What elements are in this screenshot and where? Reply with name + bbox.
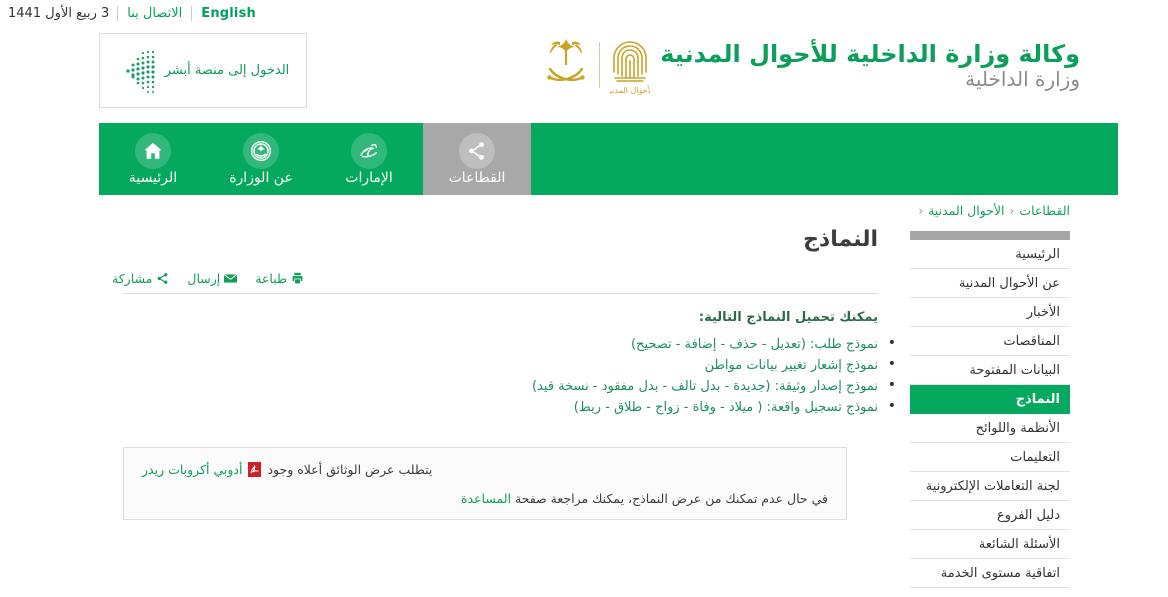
breadcrumb-separator-1: ‹ xyxy=(1009,203,1015,218)
nav-item-home[interactable]: الرئيسية xyxy=(99,123,207,195)
sidebar-item-forms[interactable]: النماذج xyxy=(910,385,1070,414)
topbar-divider-1 xyxy=(117,5,119,21)
brand-text-block: وكالة وزارة الداخلية للأحوال المدنية وزا… xyxy=(660,39,1080,92)
nav-label-home: الرئيسية xyxy=(128,170,178,186)
share-label: مشاركة xyxy=(112,270,153,286)
absher-login-box[interactable]: الدخول إلى منصة أبشر xyxy=(99,33,307,108)
send-label: إرسال xyxy=(187,270,221,286)
nav-label-about-ministry: عن الوزارة xyxy=(229,170,293,186)
nav-label-sectors: القطاعات xyxy=(448,170,506,186)
pdf-notice-box: يتطلب عرض الوثائق أعلاه وجود أدوبي أكروب… xyxy=(123,447,847,521)
nav-label-emirates: الإمارات xyxy=(345,170,393,186)
pdf-icon xyxy=(248,462,262,478)
envelope-icon xyxy=(224,273,238,283)
share-button[interactable]: مشاركة xyxy=(103,271,178,286)
form-link-citizen-data-change[interactable]: نموذج إشعار تغيير بيانات مواطن xyxy=(705,358,878,373)
fingerprint-icon: الأحوال المدنية xyxy=(610,41,650,95)
pdf-notice-line-2: في حال عدم تمكنك من عرض النماذج، يمكنك م… xyxy=(142,491,828,506)
ministry-emblem-icon xyxy=(243,133,279,169)
sidebar-item-e-transactions-committee[interactable]: لجنة التعاملات الإلكترونية xyxy=(910,472,1070,501)
topbar-divider-2 xyxy=(191,5,193,21)
main-navigation: القطاعات الإمارات عن الوزارة الرئيسية xyxy=(99,123,1118,195)
help-notice-text: في حال عدم تمكنك من عرض النماذج، يمكنك م… xyxy=(514,491,828,507)
printer-icon xyxy=(292,272,303,284)
print-label: طباعة xyxy=(255,270,287,286)
calligraphy-imarat-icon xyxy=(351,133,387,169)
page-title: النماذج xyxy=(803,227,878,252)
list-item: نموذج تسجيل واقعة: ( ميلاد - وفاة - زواج… xyxy=(111,397,896,417)
sidebar-item-faq[interactable]: الأسئلة الشائعة xyxy=(910,530,1070,559)
body-area: القطاعات ‹ الأحوال المدنية ‹ الرئيسية عن… xyxy=(0,195,1168,597)
site-header: الدخول إلى منصة أبشر وكالة وزارة الداخلي… xyxy=(0,26,1168,123)
help-page-link[interactable]: المساعدة xyxy=(461,491,511,506)
home-icon xyxy=(135,133,171,169)
brand-title: وكالة وزارة الداخلية للأحوال المدنية xyxy=(660,39,1080,68)
sidebar-item-home[interactable]: الرئيسية xyxy=(910,240,1070,269)
list-item: نموذج طلب: (تعديل - حذف - إضافة - تصحيح) xyxy=(111,334,896,354)
saudi-emblem-palm-swords-icon xyxy=(547,39,585,81)
sidebar-item-instructions[interactable]: التعليمات xyxy=(910,443,1070,472)
nav-item-sectors[interactable]: القطاعات xyxy=(423,123,531,195)
print-button[interactable]: طباعة xyxy=(246,271,313,286)
form-link-event-registration[interactable]: نموذج تسجيل واقعة: ( ميلاد - وفاة - زواج… xyxy=(574,400,878,415)
sidebar-item-branch-directory[interactable]: دليل الفروع xyxy=(910,501,1070,530)
sidebar-menu: الرئيسية عن الأحوال المدنية الأخبار المن… xyxy=(910,231,1070,588)
pdf-notice-line-1: يتطلب عرض الوثائق أعلاه وجود أدوبي أكروب… xyxy=(142,462,828,478)
sidebar-item-open-data[interactable]: البيانات المفتوحة xyxy=(910,356,1070,385)
toolbar-divider xyxy=(123,293,878,295)
sidebar-item-tenders[interactable]: المناقصات xyxy=(910,327,1070,356)
nav-item-emirates[interactable]: الإمارات xyxy=(315,123,423,195)
share-icon xyxy=(157,272,168,284)
absher-login-label: الدخول إلى منصة أبشر xyxy=(164,63,290,78)
nav-item-about-ministry[interactable]: عن الوزارة xyxy=(207,123,315,195)
brand-subtitle: وزارة الداخلية xyxy=(965,66,1080,91)
sidebar-item-sla[interactable]: اتفاقية مستوى الخدمة xyxy=(910,559,1070,588)
page-root: 3 ربيع الأول 1441 الاتصال بنا English ال… xyxy=(0,0,1168,597)
pdf-notice-text: يتطلب عرض الوثائق أعلاه وجود xyxy=(267,462,433,478)
hijri-date: 3 ربيع الأول 1441 xyxy=(8,5,110,21)
sidebar-item-regulations[interactable]: الأنظمة واللوائح xyxy=(910,414,1070,443)
main-content: النماذج طباعة إرسال مشاركة يمكنك تحميل ا… xyxy=(103,227,896,521)
english-language-link[interactable]: English xyxy=(192,6,265,21)
list-item: نموذج إصدار وثيقة: (جديدة - بدل تالف - ب… xyxy=(111,376,896,396)
form-link-document-issuance[interactable]: نموذج إصدار وثيقة: (جديدة - بدل تالف - ب… xyxy=(532,379,878,394)
breadcrumb-item-sectors[interactable]: القطاعات xyxy=(1019,203,1070,218)
site-brand[interactable]: وكالة وزارة الداخلية للأحوال المدنية وزا… xyxy=(543,34,1080,96)
acrobat-reader-link[interactable]: أدوبي أكروبات ريدر xyxy=(142,462,242,477)
sidebar-header-bar xyxy=(910,231,1070,240)
fingerprint-caption: الأحوال المدنية xyxy=(610,85,650,95)
forms-lead-text: يمكنك تحميل النماذج التالية: xyxy=(698,310,878,326)
top-utility-bar: 3 ربيع الأول 1441 الاتصال بنا English xyxy=(0,0,1168,26)
brand-divider xyxy=(599,42,601,88)
absher-chevron-logo-icon xyxy=(126,50,155,93)
list-item: نموذج إشعار تغيير بيانات مواطن xyxy=(111,355,896,375)
page-toolbar: طباعة إرسال مشاركة xyxy=(103,265,878,291)
contact-us-link[interactable]: الاتصال بنا xyxy=(118,6,191,21)
send-button[interactable]: إرسال xyxy=(178,271,246,286)
share-network-icon xyxy=(459,133,495,169)
sidebar-item-news[interactable]: الأخبار xyxy=(910,298,1070,327)
form-link-request[interactable]: نموذج طلب: (تعديل - حذف - إضافة - تصحيح) xyxy=(631,337,878,352)
breadcrumb-item-civil-affairs[interactable]: الأحوال المدنية xyxy=(928,203,1004,218)
breadcrumb: القطاعات ‹ الأحوال المدنية ‹ xyxy=(918,203,1070,218)
sidebar-item-about-civil-affairs[interactable]: عن الأحوال المدنية xyxy=(910,269,1070,298)
breadcrumb-separator-2: ‹ xyxy=(918,203,924,218)
forms-list: نموذج طلب: (تعديل - حذف - إضافة - تصحيح)… xyxy=(103,334,896,417)
